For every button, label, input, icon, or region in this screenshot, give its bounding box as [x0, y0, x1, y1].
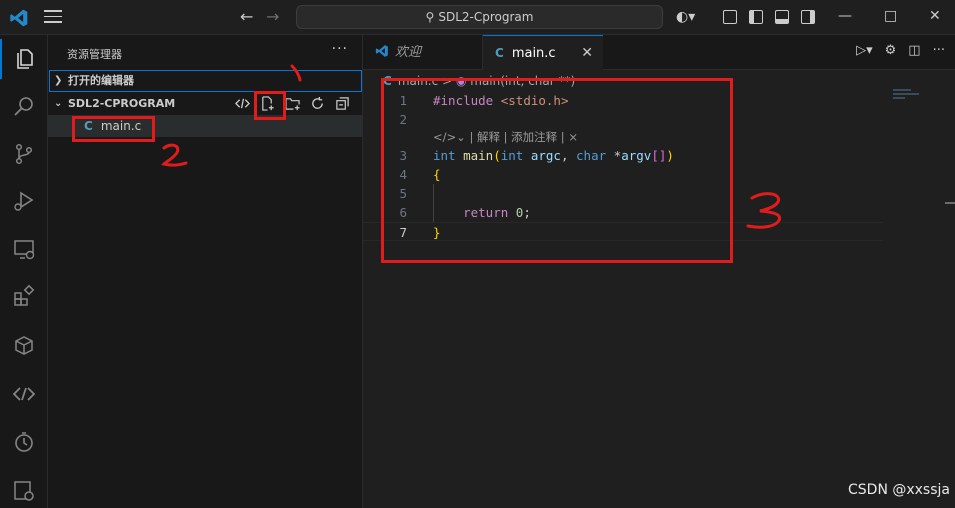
project-actions	[234, 95, 351, 112]
scrollbar[interactable]	[945, 202, 955, 204]
toggle-secondary-sidebar-icon[interactable]	[801, 10, 815, 24]
annotation-box-main-c	[72, 116, 155, 142]
annotation-box-new-file	[254, 91, 286, 120]
code-nav-icon[interactable]	[234, 95, 251, 112]
editor-actions: ▷▾ ⚙ ◫ ···	[856, 43, 945, 58]
search-text: SDL2-Cprogram	[438, 10, 534, 24]
project-name: SDL2-CPROGRAM	[68, 97, 176, 110]
tab-bar: 欢迎 Cmain.c ✕ ▷▾ ⚙ ◫ ···	[363, 35, 955, 70]
refresh-icon[interactable]	[309, 95, 326, 112]
source-control-icon[interactable]	[0, 134, 48, 174]
remote-explorer-icon[interactable]	[0, 229, 48, 269]
tab-main-c[interactable]: Cmain.c ✕	[483, 35, 603, 70]
chevron-right-icon: ❯	[54, 75, 63, 86]
minimize-button[interactable]: —	[838, 6, 852, 26]
collapse-all-icon[interactable]	[334, 95, 351, 112]
minimap[interactable]	[893, 89, 943, 119]
split-editor-icon[interactable]: ◫	[908, 43, 920, 58]
new-folder-button[interactable]	[284, 95, 301, 112]
close-window-button[interactable]: ✕	[929, 6, 941, 26]
command-center-search[interactable]: ⚲ SDL2-Cprogram	[296, 5, 663, 29]
open-editors-section[interactable]: ❯ 打开的编辑器	[49, 70, 362, 92]
toggle-panel-icon[interactable]	[775, 10, 789, 24]
tab-label: main.c	[511, 46, 556, 61]
search-icon[interactable]	[0, 87, 48, 127]
annotation-box-code	[381, 78, 733, 263]
package-icon[interactable]	[0, 325, 48, 365]
menu-icon[interactable]	[44, 10, 62, 24]
c-file-icon: C	[495, 46, 504, 60]
close-icon[interactable]: ✕	[581, 36, 593, 71]
explorer-title: 资源管理器	[67, 48, 122, 61]
vscode-logo-icon	[375, 45, 388, 57]
more-actions-icon[interactable]: ···	[332, 41, 348, 57]
tab-label: 欢迎	[395, 45, 422, 60]
extensions-icon[interactable]	[0, 276, 48, 316]
arrow-right-icon[interactable]: →	[266, 7, 279, 26]
explorer-sidebar: 资源管理器 ··· ❯ 打开的编辑器 ⌄ SDL2-CPROGRAM Cmain…	[48, 35, 363, 508]
customize-layout-icon[interactable]	[723, 10, 737, 24]
accounts-settings-icon[interactable]	[0, 471, 48, 508]
explorer-icon[interactable]	[0, 39, 48, 79]
toggle-sidebar-icon[interactable]	[749, 10, 763, 24]
run-debug-icon[interactable]	[0, 181, 48, 221]
copilot-icon[interactable]: ◐▾	[676, 8, 695, 26]
maximize-button[interactable]: □	[884, 6, 897, 26]
run-debug-icon[interactable]: ▷▾	[856, 43, 873, 58]
arrow-left-icon[interactable]: ←	[240, 7, 253, 26]
tab-welcome[interactable]: 欢迎	[363, 35, 483, 70]
search-icon: ⚲	[425, 10, 435, 24]
timeline-icon[interactable]	[0, 422, 48, 462]
project-folder-header[interactable]: ⌄ SDL2-CPROGRAM	[48, 93, 363, 115]
activity-bar	[0, 35, 48, 508]
more-actions-icon[interactable]: ···	[933, 43, 945, 58]
gear-icon[interactable]: ⚙	[885, 43, 897, 58]
vscode-logo-icon	[10, 9, 28, 27]
open-editors-label: 打开的编辑器	[68, 74, 134, 87]
title-bar: ← → ⚲ SDL2-Cprogram ◐▾ — □ ✕	[0, 0, 955, 35]
code-nav-icon[interactable]	[0, 374, 48, 414]
chevron-down-icon: ⌄	[54, 98, 63, 109]
watermark: CSDN @xxssja	[848, 482, 950, 498]
